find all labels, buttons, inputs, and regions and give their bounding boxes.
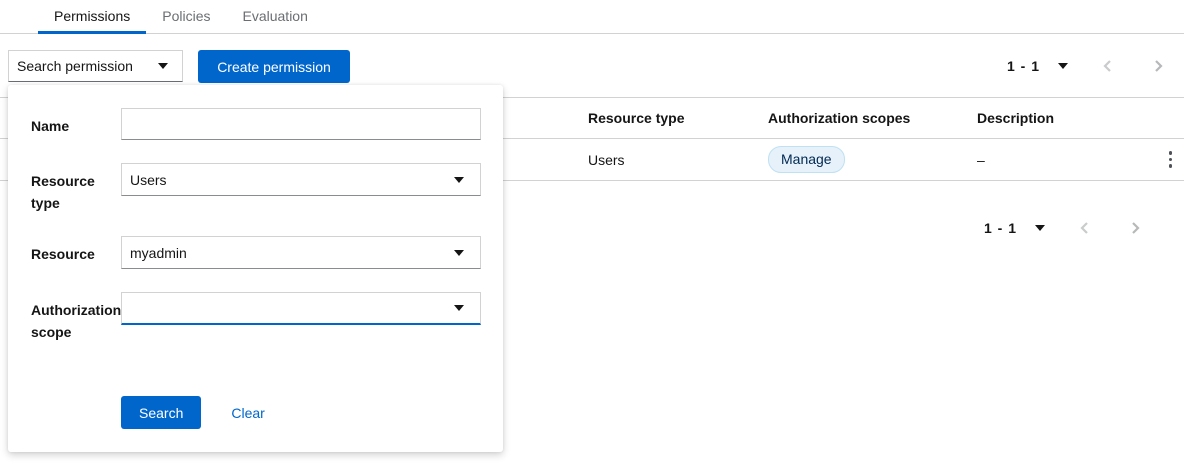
tab-bar: Permissions Policies Evaluation [0,0,1184,34]
name-input[interactable] [121,108,481,140]
chevron-right-icon [1152,59,1164,73]
actions-cell [1128,145,1184,174]
pagination-top: 1 - 1 [1007,52,1168,80]
chevron-left-icon [1102,59,1114,73]
scope-badge: Manage [768,146,845,173]
caret-down-icon [454,305,464,311]
next-page-button[interactable] [1148,55,1168,77]
tab-evaluation-label: Evaluation [243,8,308,24]
tab-policies-label: Policies [162,8,210,24]
search-permission-toggle-label: Search permission [17,58,133,74]
pagination-bottom: 1 - 1 [984,214,1145,242]
pagination-menu-toggle[interactable] [1054,59,1072,73]
next-page-button[interactable] [1125,217,1145,239]
resource-type-field-row: Resource type Users [31,163,489,214]
header-resource-type: Resource type [588,110,768,126]
search-permission-toggle[interactable]: Search permission [8,50,183,82]
resource-type-select-value: Users [130,172,167,188]
header-description: Description [977,110,1128,126]
resource-type-select[interactable]: Users [121,163,481,196]
previous-page-button[interactable] [1098,55,1118,77]
chevron-right-icon [1129,221,1141,235]
tab-permissions[interactable]: Permissions [38,0,146,34]
caret-down-icon [158,63,168,69]
name-label: Name [31,108,121,140]
pagination-range: 1 - 1 [984,220,1017,236]
panel-actions: Search Clear [121,396,265,429]
caret-down-icon [1035,225,1045,231]
clear-button[interactable]: Clear [231,405,264,421]
authorization-scope-select[interactable] [121,292,481,325]
caret-down-icon [1058,63,1068,69]
resource-select[interactable]: myadmin [121,236,481,269]
name-field-row: Name [31,108,489,140]
tab-evaluation[interactable]: Evaluation [227,0,324,34]
header-authorization-scopes: Authorization scopes [768,110,977,126]
resource-field-row: Resource myadmin [31,236,489,269]
description-cell: – [977,152,1128,168]
search-button[interactable]: Search [121,396,201,429]
resource-label: Resource [31,236,121,269]
authorization-scopes-cell: Manage [768,146,977,173]
caret-down-icon [454,250,464,256]
pagination-menu-toggle[interactable] [1031,221,1049,235]
tab-policies[interactable]: Policies [146,0,226,34]
resource-select-value: myadmin [130,245,187,261]
previous-page-button[interactable] [1075,217,1095,239]
caret-down-icon [454,177,464,183]
resource-type-cell: Users [588,152,768,168]
pagination-range: 1 - 1 [1007,58,1040,74]
resource-type-label: Resource type [31,163,121,214]
permissions-page: Permissions Policies Evaluation Search p… [0,0,1184,464]
tab-permissions-label: Permissions [54,8,130,24]
row-kebab-button[interactable] [1165,145,1177,174]
authorization-scope-field-row: Authorization scope [31,292,489,343]
search-panel: Name Resource type Users Resource myadmi… [8,85,503,452]
authorization-scope-label: Authorization scope [31,292,121,343]
kebab-icon [1169,151,1173,155]
create-permission-button[interactable]: Create permission [198,50,350,83]
chevron-left-icon [1079,221,1091,235]
